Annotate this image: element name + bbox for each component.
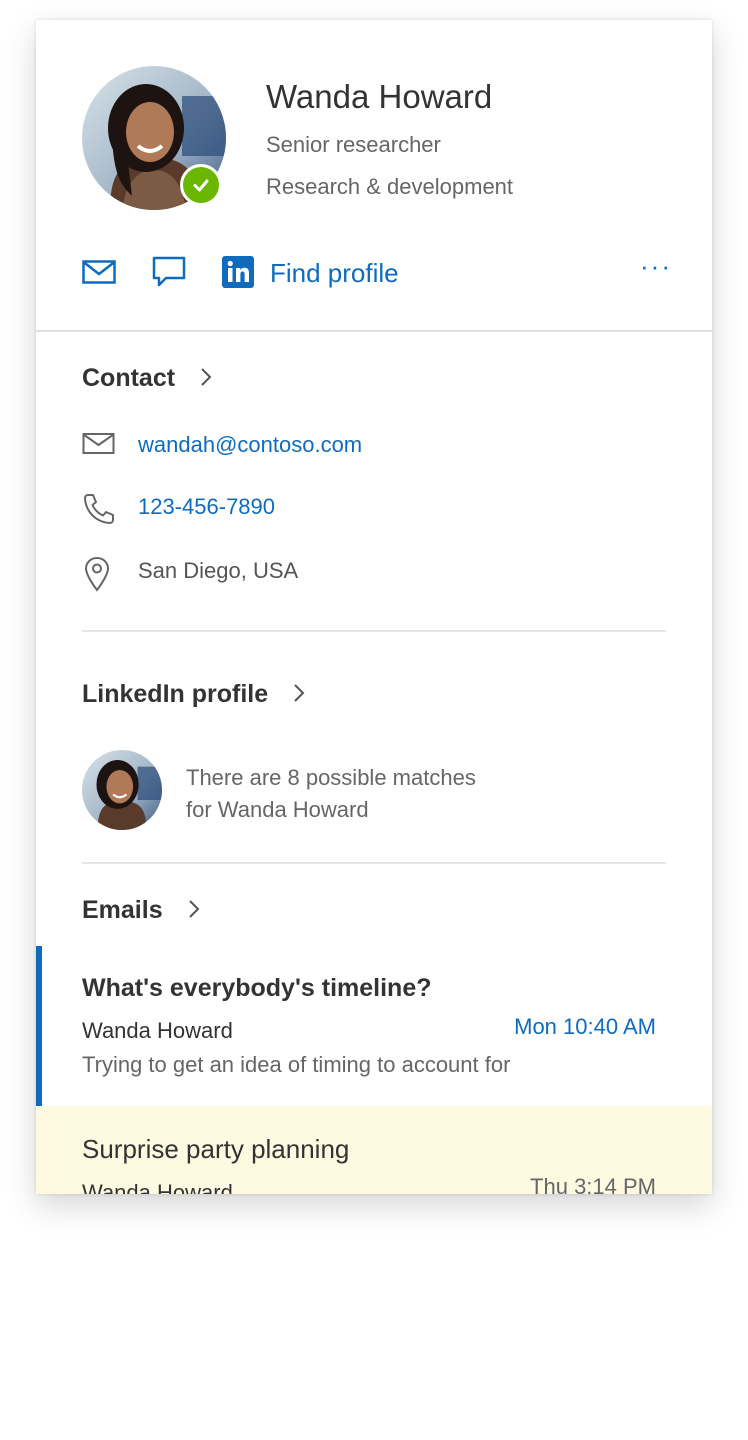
section-divider: [82, 630, 666, 632]
linkedin-matches-text[interactable]: There are 8 possible matches for Wanda H…: [186, 762, 586, 826]
linkedin-section-header[interactable]: LinkedIn profile: [82, 680, 305, 710]
selected-indicator: [36, 946, 42, 1106]
contact-section-title: Contact: [82, 364, 176, 392]
emails-section-header[interactable]: Emails: [82, 896, 200, 926]
email-item[interactable]: What's everybody's timeline? Wanda Howar…: [36, 946, 712, 1106]
contact-section-header[interactable]: Contact: [82, 364, 212, 394]
person-department: Research & development: [266, 174, 514, 199]
chevron-right-icon: [188, 897, 200, 926]
location-text: San Diego, USA: [138, 558, 299, 583]
action-bar: Find profile ···: [82, 253, 672, 293]
section-divider: [82, 862, 666, 864]
email-preview: Trying to get an idea of timing to accou…: [82, 1052, 511, 1077]
email-item[interactable]: Surprise party planning Wanda Howard Thu…: [36, 1106, 712, 1194]
contact-location-row: San Diego, USA: [82, 556, 662, 592]
linkedin-icon[interactable]: [222, 256, 254, 288]
email-link[interactable]: wandah@contoso.com: [138, 432, 362, 458]
chat-icon[interactable]: [152, 256, 186, 293]
linkedin-matches-line1: There are 8 possible matches: [186, 765, 476, 790]
contact-phone-row: 123-456-7890: [82, 492, 662, 524]
email-subject: Surprise party planning: [82, 1134, 350, 1164]
person-title: Senior researcher: [266, 132, 441, 157]
linkedin-avatar[interactable]: [82, 750, 162, 830]
emails-section-title: Emails: [82, 896, 163, 924]
email-time: Thu 3:14 PM: [530, 1174, 656, 1194]
email-time: Mon 10:40 AM: [514, 1014, 656, 1039]
phone-icon: [82, 492, 116, 531]
location-pin-icon: [82, 556, 112, 597]
chevron-right-icon: [293, 681, 305, 710]
person-name: Wanda Howard: [266, 78, 493, 115]
phone-link[interactable]: 123-456-7890: [138, 494, 275, 520]
more-options-button[interactable]: ···: [640, 253, 672, 279]
email-subject: What's everybody's timeline?: [82, 974, 432, 1002]
linkedin-matches-line2: for Wanda Howard: [186, 797, 369, 822]
email-sender: Wanda Howard: [82, 1180, 233, 1194]
find-profile-link[interactable]: Find profile: [270, 258, 399, 289]
linkedin-section-title: LinkedIn profile: [82, 680, 269, 708]
chevron-right-icon: [200, 365, 212, 394]
mail-icon[interactable]: [82, 260, 116, 289]
mail-icon: [82, 430, 116, 461]
contact-email-row: wandah@contoso.com: [82, 430, 662, 462]
email-sender: Wanda Howard: [82, 1018, 233, 1043]
presence-available-icon: [180, 164, 222, 206]
profile-card: Wanda Howard Senior researcher Research …: [36, 20, 712, 1194]
header-divider: [36, 330, 712, 332]
